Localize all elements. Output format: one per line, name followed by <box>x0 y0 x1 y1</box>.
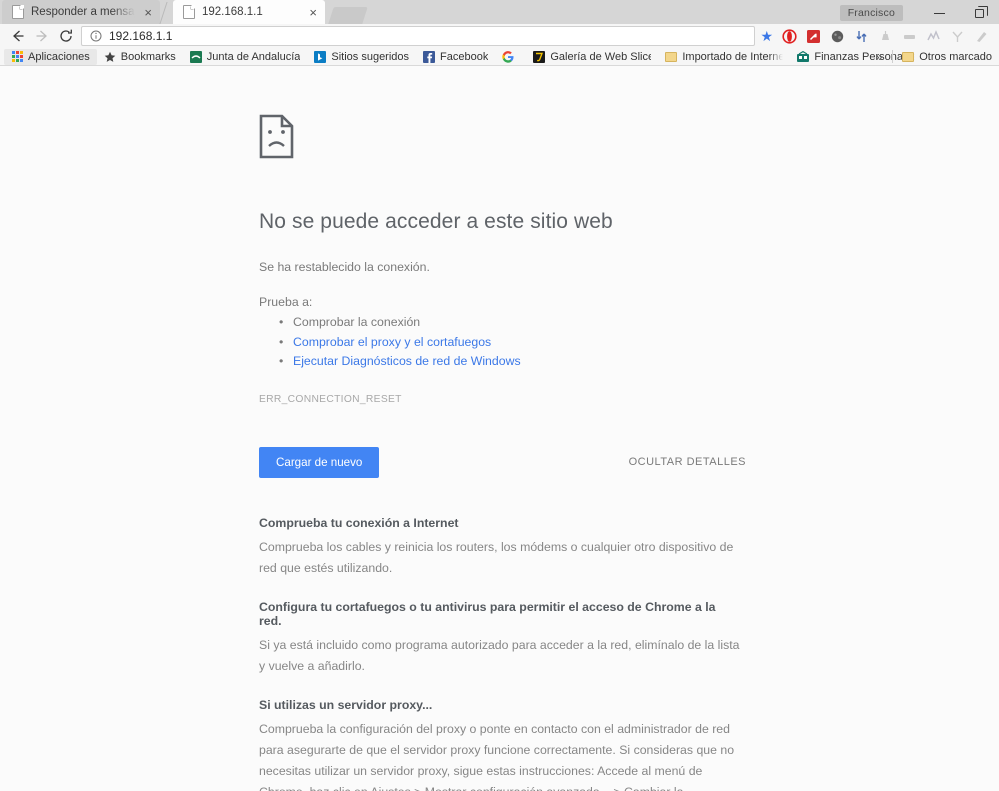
close-icon[interactable]: × <box>307 6 319 19</box>
bookmarks-bar: Aplicaciones Bookmarks Junta de Andalucí… <box>0 48 999 67</box>
detail-body: Si ya está incluido como programa autori… <box>259 637 740 673</box>
google-icon <box>502 50 514 63</box>
bookmark-facebook[interactable]: Facebook <box>416 49 495 65</box>
error-code: ERR_CONNECTION_RESET <box>259 393 402 405</box>
back-button[interactable] <box>6 24 30 48</box>
bookmark-label: Junta de Andalucía <box>206 50 301 63</box>
faded-tree-extension-icon[interactable] <box>945 24 969 48</box>
red-arrow-extension-icon[interactable] <box>801 24 825 48</box>
error-actions: Cargar de nuevo OCULTAR DETALLES <box>259 446 746 478</box>
suggestion-link-diagnostics[interactable]: Ejecutar Diagnósticos de red de Windows <box>259 352 740 372</box>
new-tab-button[interactable] <box>328 7 368 24</box>
bookmark-importado-de-internet[interactable]: Importado de Interne <box>658 49 790 65</box>
sad-page-icon <box>259 114 740 164</box>
address-bar[interactable]: 192.168.1.1 <box>81 26 756 46</box>
bookmarks-overflow-button[interactable]: » <box>868 50 891 64</box>
bookmark-junta-de-andalucia[interactable]: Junta de Andalucía <box>183 49 308 65</box>
finance-icon <box>797 50 810 63</box>
suggestion-item: Comprobar la conexión <box>259 313 740 333</box>
tab-separator <box>160 0 173 24</box>
star-icon[interactable]: ★ <box>760 29 777 43</box>
bookmark-label: Bookmarks <box>120 50 176 63</box>
tab-strip: Responder a mensaje - C × 192.168.1.1 × … <box>0 0 999 24</box>
window-controls: Francisco <box>839 0 999 26</box>
reload-icon <box>60 29 72 42</box>
page-icon <box>183 5 195 19</box>
forward-button <box>30 24 54 48</box>
bing-icon <box>314 50 327 63</box>
web-slice-icon <box>533 50 546 63</box>
restore-button[interactable] <box>959 0 999 26</box>
suggestion-list: Comprobar la conexión Comprobar el proxy… <box>259 313 740 372</box>
browser-toolbar: 192.168.1.1 ★ <box>0 24 999 48</box>
bookmark-label: Aplicaciones <box>28 50 90 63</box>
reload-button[interactable] <box>54 24 78 48</box>
bookmark-sitios-sugeridos[interactable]: Sitios sugeridos <box>307 49 416 65</box>
star-icon <box>104 51 116 63</box>
tab-title: Responder a mensaje - C <box>31 6 135 18</box>
profile-badge[interactable]: Francisco <box>839 5 903 21</box>
bookmark-label: Galería de Web Slice <box>550 50 652 63</box>
url-text: 192.168.1.1 <box>109 29 173 43</box>
folder-icon <box>665 51 678 63</box>
bookmark-aplicaciones[interactable]: Aplicaciones <box>4 48 97 65</box>
faded-bar-extension-icon[interactable] <box>897 24 921 48</box>
page-viewport: No se puede acceder a este sitio web Se … <box>0 66 999 791</box>
blue-arrows-extension-icon[interactable] <box>849 24 873 48</box>
minimize-button[interactable] <box>919 0 959 26</box>
bookmark-label: Importado de Interne <box>682 50 784 63</box>
suggestion-link-proxy[interactable]: Comprobar el proxy y el cortafuegos <box>259 333 740 353</box>
try-label: Prueba a: <box>259 295 313 310</box>
bookmark-bookmarks[interactable]: Bookmarks <box>97 49 183 65</box>
faded-lamp-extension-icon[interactable] <box>873 24 897 48</box>
detail-block-firewall: Configura tu cortafuegos o tu antivirus … <box>259 600 740 677</box>
hide-details-button[interactable]: OCULTAR DETALLES <box>629 456 746 468</box>
page-title: No se puede acceder a este sitio web <box>259 210 613 234</box>
detail-body: Comprueba los cables y reinicia los rout… <box>259 539 734 575</box>
page-icon <box>12 5 24 19</box>
detail-block-proxy: Si utilizas un servidor proxy... Comprue… <box>259 698 740 791</box>
error-subtitle: Se ha restablecido la conexión. <box>259 260 430 275</box>
error-page-content: No se puede acceder a este sitio web Se … <box>0 66 745 791</box>
bookmark-google[interactable] <box>495 49 526 65</box>
apps-grid-icon <box>11 51 23 63</box>
faded-brush-extension-icon[interactable] <box>969 24 993 48</box>
close-icon[interactable]: × <box>142 6 154 19</box>
facebook-icon <box>423 50 436 63</box>
bookmark-label: Otros marcado <box>919 50 992 63</box>
tab-192-168-1-1[interactable]: 192.168.1.1 × <box>173 0 325 24</box>
reload-page-button[interactable]: Cargar de nuevo <box>259 446 380 478</box>
opera-extension-icon[interactable] <box>777 24 801 48</box>
info-circle-icon <box>90 30 102 42</box>
detail-heading: Configura tu cortafuegos o tu antivirus … <box>259 599 716 628</box>
bookmarks-bar-right: » Otros marcado <box>868 49 999 65</box>
bookmark-label: Sitios sugeridos <box>331 50 410 63</box>
divider <box>892 50 894 64</box>
detail-heading: Si utilizas un servidor proxy... <box>259 697 433 712</box>
arrow-right-icon <box>36 30 47 42</box>
folder-icon <box>902 51 915 63</box>
tab-title: 192.168.1.1 <box>202 6 263 18</box>
faded-chart-extension-icon[interactable] <box>921 24 945 48</box>
tab-responder-a-mensaje[interactable]: Responder a mensaje - C × <box>2 0 160 24</box>
bookmark-galeria-de-web-slice[interactable]: Galería de Web Slice <box>526 49 658 65</box>
detail-body: Comprueba la configuración del proxy o p… <box>259 721 735 791</box>
green-site-icon <box>189 50 202 63</box>
bookmark-otros-marcadores[interactable]: Otros marcado <box>895 49 999 65</box>
detail-block-connection: Comprueba tu conexión a Internet Comprue… <box>259 516 740 579</box>
browser-window: Responder a mensaje - C × 192.168.1.1 × … <box>0 0 999 791</box>
arrow-left-icon <box>13 30 24 42</box>
detail-heading: Comprueba tu conexión a Internet <box>259 515 459 530</box>
bookmark-label: Facebook <box>440 50 489 63</box>
dark-sphere-extension-icon[interactable] <box>825 24 849 48</box>
